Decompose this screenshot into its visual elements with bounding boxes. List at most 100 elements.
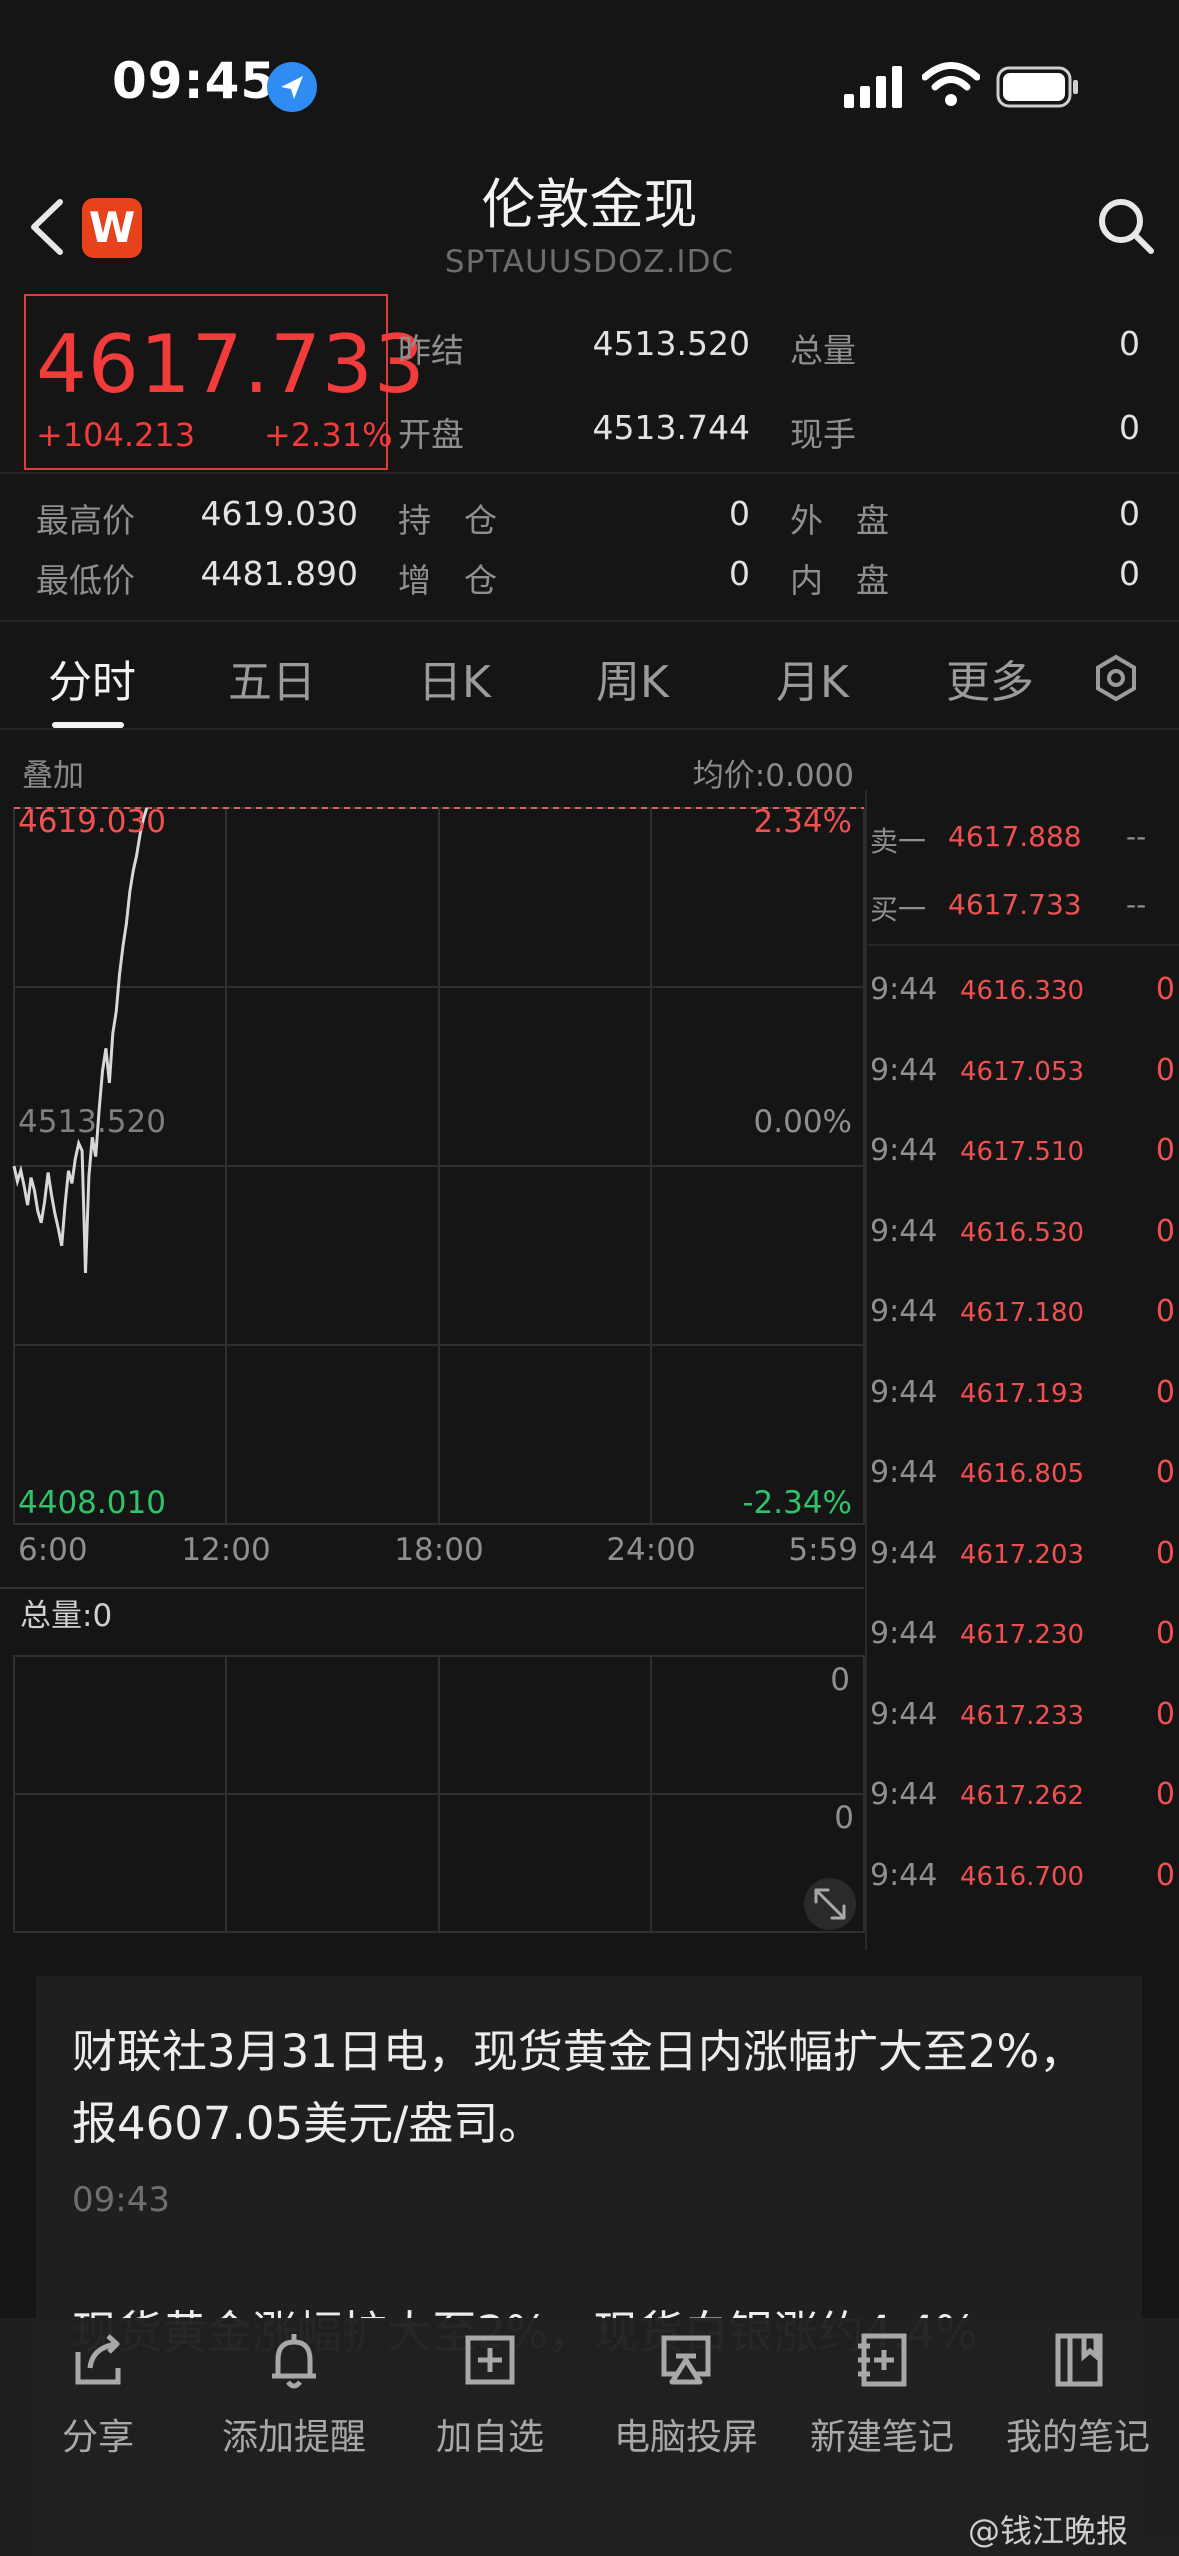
- stat-value-prev-settle: 4513.520: [592, 324, 750, 363]
- bid-qty: --: [1126, 888, 1147, 921]
- tick-time: 9:44: [870, 1455, 938, 1490]
- tab-five-day[interactable]: 五日: [228, 646, 316, 710]
- toolbar-label: 分享: [61, 2417, 134, 2458]
- tick-row: 9:44 4617.193 0: [868, 1365, 1179, 1446]
- average-price-label: 均价:0.000: [692, 758, 854, 794]
- y-label-reference: 4513.520: [18, 1104, 166, 1140]
- search-icon[interactable]: [1096, 196, 1156, 256]
- tab-monthly-k[interactable]: 月K: [776, 646, 849, 710]
- stat-value-outer: 0: [1119, 494, 1140, 533]
- tab-intraday[interactable]: 分时: [48, 646, 136, 710]
- stat-label-current-hand: 现手: [790, 415, 856, 454]
- tab-daily-k[interactable]: 日K: [418, 646, 491, 710]
- y-label-reference-percent: 0.00%: [754, 1104, 852, 1140]
- tick-row: 9:44 4617.262 0: [868, 1767, 1179, 1848]
- stat-label-oi-change: 增 仓: [398, 561, 497, 600]
- x-tick-label: 5:59: [788, 1532, 858, 1568]
- stat-label-high: 最高价: [36, 501, 135, 540]
- y-label-low: 4408.010: [18, 1485, 166, 1521]
- tab-more[interactable]: 更多: [946, 646, 1034, 710]
- tick-price: 4617.230: [960, 1620, 1085, 1650]
- watermark: @钱江晚报: [968, 2512, 1129, 2550]
- divider: [0, 472, 1179, 474]
- chart-settings-icon[interactable]: [1092, 654, 1140, 702]
- news-text: 财联社3月31日电，现货黄金日内涨幅扩大至2%，报4607.05美元/盎司。: [72, 2025, 1085, 2150]
- battery-icon: [996, 66, 1080, 108]
- stat-label-total-volume: 总量: [790, 331, 856, 370]
- tick-volume: 0: [1155, 1052, 1175, 1088]
- tick-price: 4616.530: [960, 1217, 1085, 1248]
- tick-price: 4617.510: [960, 1137, 1085, 1167]
- tick-time: 9:44: [870, 1133, 938, 1168]
- stat-value-high: 4619.030: [200, 494, 358, 533]
- my-notes-button[interactable]: 我的笔记: [980, 2330, 1176, 2460]
- tick-price: 4617.203: [960, 1539, 1085, 1570]
- fullscreen-expand-icon[interactable]: [804, 1878, 856, 1930]
- tick-time: 9:44: [870, 1213, 938, 1249]
- divider: [0, 728, 1179, 730]
- stat-value-open: 4513.744: [592, 408, 750, 447]
- x-tick-label: 6:00: [18, 1532, 88, 1568]
- tick-row: 9:44 4617.203 0: [868, 1526, 1179, 1607]
- tick-volume: 0: [1155, 1696, 1175, 1732]
- toolbar-label: 电脑投屏: [613, 2417, 758, 2458]
- overlay-button[interactable]: 叠加: [22, 750, 84, 795]
- stat-label-low: 最低价: [36, 561, 135, 600]
- y-label-low-percent: -2.34%: [742, 1485, 852, 1521]
- tick-price: 4617.262: [960, 1781, 1085, 1811]
- tab-weekly-k[interactable]: 周K: [596, 646, 669, 710]
- tick-row: 9:44 4617.053 0: [868, 1043, 1179, 1124]
- tick-volume: 0: [1155, 1213, 1175, 1249]
- page-title: 伦敦金现: [481, 173, 698, 236]
- tick-price: 4617.180: [960, 1298, 1085, 1328]
- cellular-signal-icon: [844, 66, 906, 108]
- stat-label-inner: 内 盘: [790, 561, 889, 600]
- tick-time: 9:44: [870, 1374, 938, 1410]
- add-square-icon: [465, 2335, 515, 2385]
- current-price: 4617.733: [36, 318, 426, 411]
- stat-value-oi-change: 0: [729, 554, 750, 593]
- divider: [868, 944, 1179, 946]
- stat-value-inner: 0: [1119, 554, 1140, 593]
- tick-volume: 0: [1155, 972, 1175, 1007]
- tick-time: 9:44: [870, 1696, 938, 1732]
- screen-cast-button[interactable]: 电脑投屏: [588, 2330, 784, 2460]
- tick-row: 9:44 4617.233 0: [868, 1687, 1179, 1768]
- stat-label-open-interest: 持 仓: [398, 501, 497, 540]
- add-watchlist-button[interactable]: 加自选: [392, 2330, 588, 2460]
- tick-time: 9:44: [870, 1535, 938, 1571]
- tick-time: 9:44: [870, 1777, 938, 1812]
- share-icon: [75, 2334, 121, 2385]
- location-arrow-icon: [267, 62, 317, 112]
- ask-qty: --: [1126, 820, 1147, 853]
- bid-label: 买一: [870, 893, 927, 926]
- price-change: +104.213: [36, 416, 196, 454]
- stat-label-open: 开盘: [398, 415, 464, 454]
- tick-volume: 0: [1155, 1374, 1175, 1410]
- price-change-percent: +2.31%: [264, 416, 393, 454]
- tick-price: 4616.805: [960, 1459, 1085, 1489]
- tick-time: 9:44: [870, 972, 938, 1007]
- toolbar-label: 添加提醒: [221, 2417, 366, 2458]
- tick-row: 9:44 4616.700 0: [868, 1848, 1179, 1929]
- x-tick-label: 12:00: [181, 1532, 270, 1568]
- share-button[interactable]: 分享: [0, 2330, 196, 2460]
- tick-volume: 0: [1155, 1294, 1175, 1329]
- ask-price: 4617.888: [948, 820, 1082, 853]
- y-label-high: 4619.030: [18, 804, 166, 840]
- tick-row: 9:44 4616.805 0: [868, 1445, 1179, 1526]
- tick-price: 4617.053: [960, 1056, 1085, 1087]
- tick-row: 9:44 4617.230 0: [868, 1606, 1179, 1687]
- wifi-icon: [921, 62, 981, 108]
- tick-time: 9:44: [870, 1294, 938, 1329]
- status-time: 09:45: [112, 52, 277, 110]
- volume-axis-top: 0: [830, 1662, 850, 1698]
- bell-icon: [272, 2334, 316, 2389]
- volume-total-label: 总量:0: [20, 1598, 112, 1634]
- divider: [0, 620, 1179, 622]
- tick-list[interactable]: 9:44 4616.330 0 9:44 4617.053 0 9:44 4617.510 0 9…: [868, 962, 1179, 1922]
- new-note-button[interactable]: 新建笔记: [784, 2330, 980, 2460]
- tick-price: 4617.193: [960, 1378, 1085, 1409]
- tick-time: 9:44: [870, 1616, 938, 1651]
- add-alert-button[interactable]: 添加提醒: [196, 2330, 392, 2460]
